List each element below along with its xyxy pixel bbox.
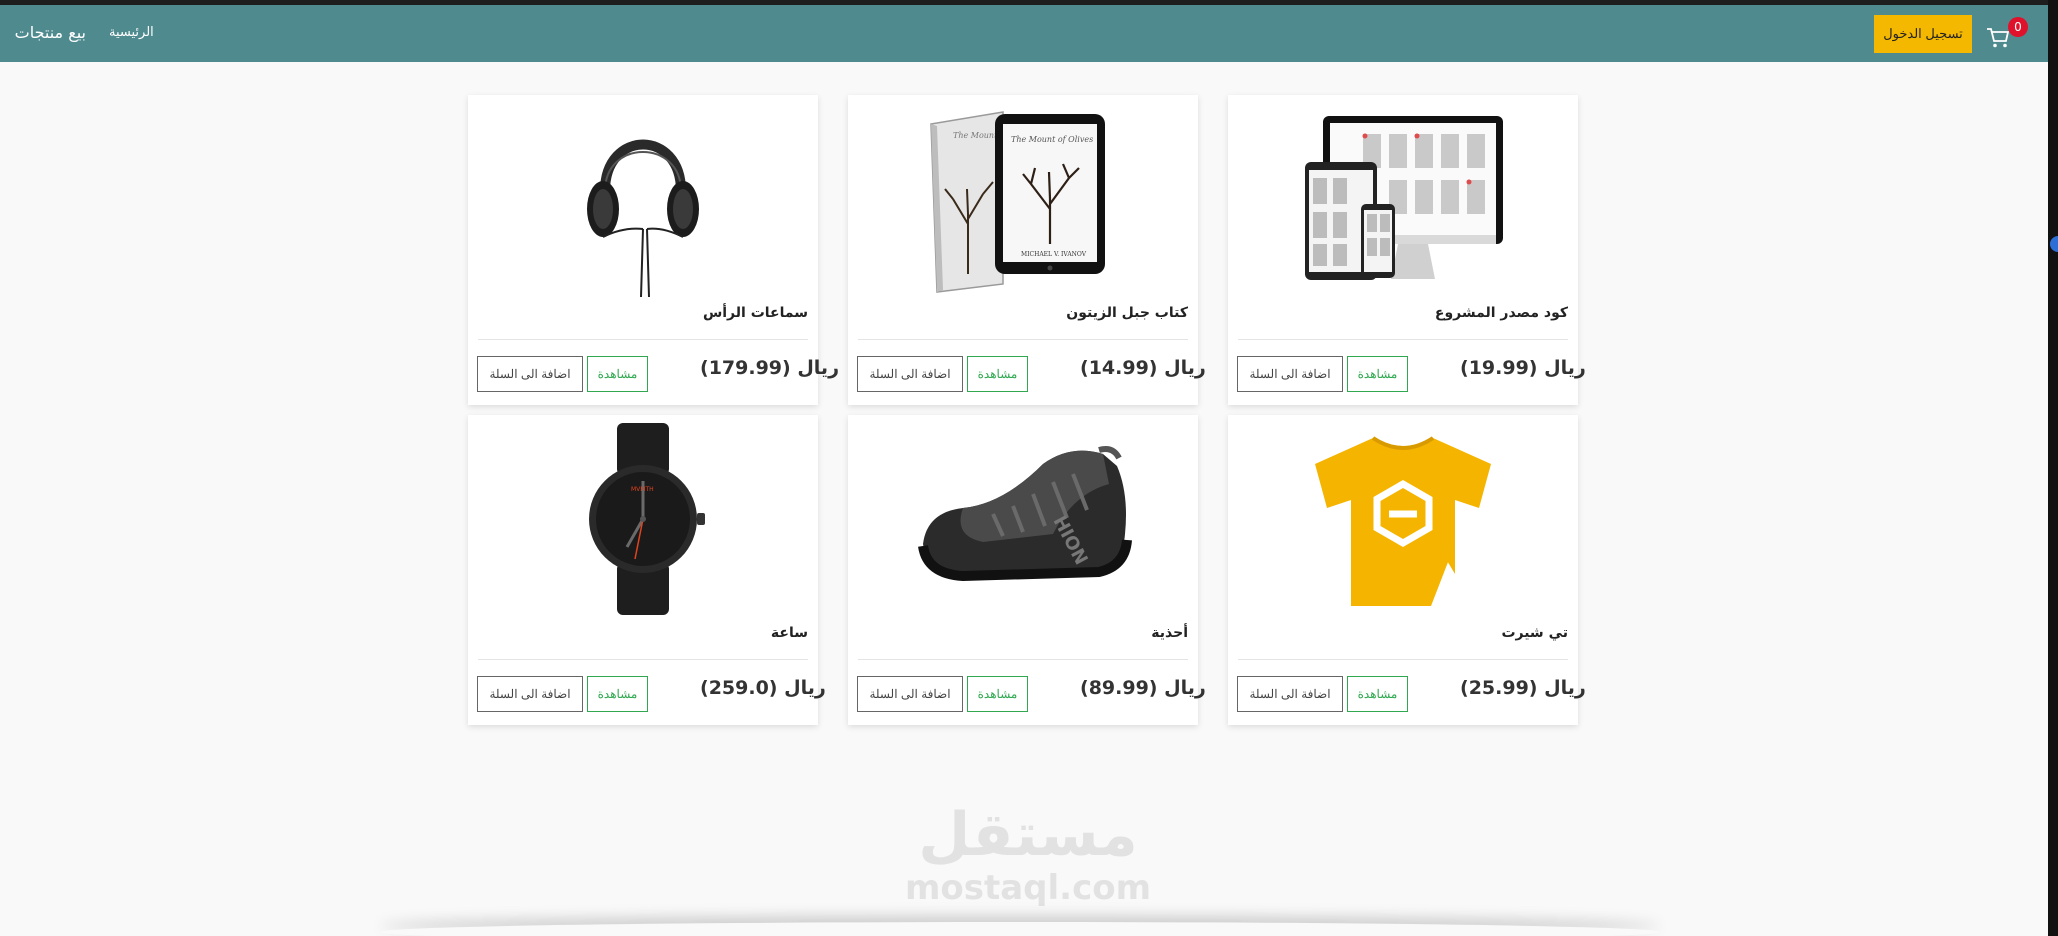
book-tablet-image[interactable]: The Mount of The Mount of Olives MICHAEL… [848, 95, 1198, 303]
divider [1238, 339, 1568, 340]
product-name: تي شيرت [1501, 625, 1568, 641]
product-name: ساعة [770, 625, 808, 641]
svg-text:The Mount of Olives: The Mount of Olives [1011, 135, 1093, 144]
product-price: ريال (179.99) [700, 357, 840, 379]
page: بيع منتجات الرئيسية تسجيل الدخول 0 كود م… [0, 0, 2048, 936]
bottom-shadow [380, 922, 1660, 936]
shoe-image[interactable]: HION [848, 415, 1198, 623]
watermark-english: mostaql.com [904, 868, 1152, 908]
product-price: ريال (259.0) [700, 677, 826, 699]
view-button[interactable]: مشاهدة [587, 356, 648, 392]
divider [1238, 659, 1568, 660]
brand-link[interactable]: بيع منتجات [15, 23, 86, 42]
svg-text:MVMTH: MVMTH [631, 486, 654, 493]
watermark-arabic: مستقل [918, 800, 1138, 870]
login-button[interactable]: تسجيل الدخول [1874, 15, 1972, 53]
product-name: سماعات الرأس [702, 305, 808, 321]
product-price: ريال (19.99) [1460, 357, 1586, 379]
navbar: بيع منتجات الرئيسية تسجيل الدخول 0 [0, 5, 2048, 62]
watch-image[interactable]: MVMTH [468, 415, 818, 623]
divider [478, 659, 808, 660]
add-to-cart-button[interactable]: اضافة الى السلة [477, 356, 583, 392]
add-to-cart-button[interactable]: اضافة الى السلة [1237, 676, 1343, 712]
view-button[interactable]: مشاهدة [967, 676, 1028, 712]
divider [478, 339, 808, 340]
product-name: أحذية [1151, 625, 1188, 641]
view-button[interactable]: مشاهدة [1347, 676, 1408, 712]
cart-count-badge: 0 [2008, 17, 2028, 37]
cart-icon [1987, 28, 2010, 48]
product-card: The Mount of The Mount of Olives MICHAEL… [848, 95, 1206, 405]
product-name: كود مصدر المشروع [1434, 305, 1568, 321]
divider [858, 659, 1188, 660]
tshirt-image[interactable] [1228, 415, 1578, 623]
view-button[interactable]: مشاهدة [967, 356, 1028, 392]
add-to-cart-button[interactable]: اضافة الى السلة [857, 676, 963, 712]
nav-home-link[interactable]: الرئيسية [109, 25, 154, 40]
add-to-cart-button[interactable]: اضافة الى السلة [477, 676, 583, 712]
product-card: سماعات الرأس ريال (179.99) مشاهدة اضافة … [468, 95, 840, 405]
side-panel-edge [2048, 0, 2058, 936]
product-price: ريال (89.99) [1080, 677, 1206, 699]
product-card: MVMTH ساعة ريال (259.0) مشاهدة اضافة الى… [468, 415, 826, 725]
product-price: ريال (25.99) [1460, 677, 1586, 699]
add-to-cart-button[interactable]: اضافة الى السلة [1237, 356, 1343, 392]
view-button[interactable]: مشاهدة [587, 676, 648, 712]
svg-text:MICHAEL V. IVANOV: MICHAEL V. IVANOV [1021, 251, 1087, 258]
view-button[interactable]: مشاهدة [1347, 356, 1408, 392]
product-card: كود مصدر المشروع ريال (19.99) مشاهدة اضا… [1228, 95, 1586, 405]
product-card: HION أحذية ريال (89.99) مشاهدة اضافة الى… [848, 415, 1206, 725]
headphones-image[interactable] [468, 95, 818, 303]
product-card: تي شيرت ريال (25.99) مشاهدة اضافة الى ال… [1228, 415, 1586, 725]
product-name: كتاب جبل الزيتون [1066, 305, 1188, 321]
watermark: مستقل mostaql.com [898, 800, 1158, 906]
divider [858, 339, 1188, 340]
website-mockup-image[interactable] [1228, 95, 1578, 303]
product-price: ريال (14.99) [1080, 357, 1206, 379]
add-to-cart-button[interactable]: اضافة الى السلة [857, 356, 963, 392]
cart-button[interactable]: 0 [1986, 17, 2028, 53]
